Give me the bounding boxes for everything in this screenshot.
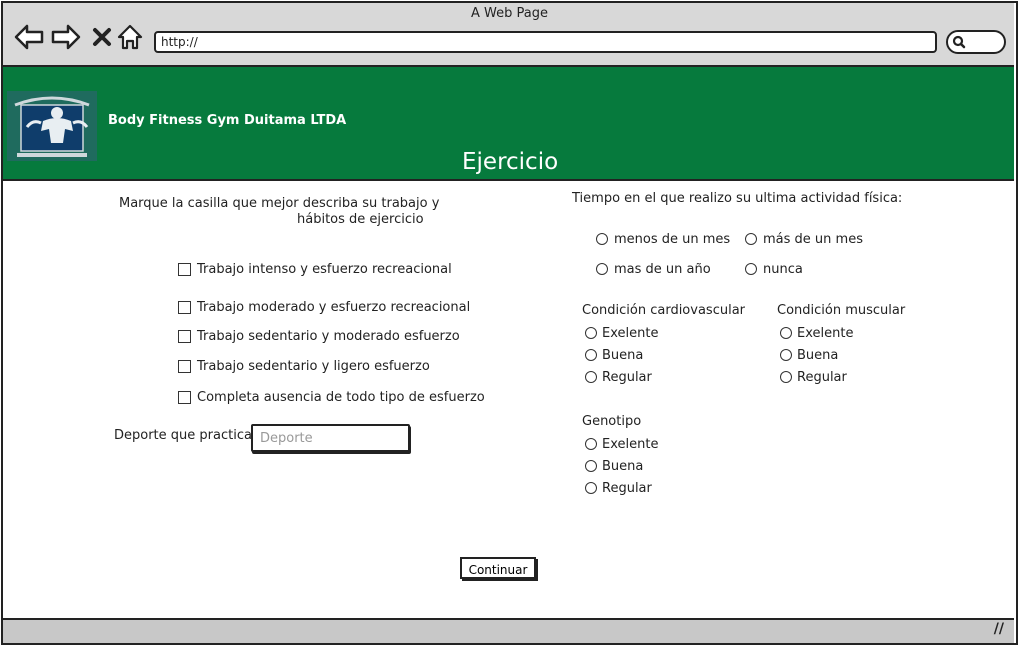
search-icon bbox=[952, 35, 966, 49]
address-bar[interactable]: http:// bbox=[154, 31, 937, 53]
checkbox-label: Completa ausencia de todo tipo de esfuer… bbox=[197, 390, 485, 405]
checkbox-label: Trabajo intenso y esfuerzo recreacional bbox=[197, 262, 452, 277]
instruction-line-2: hábitos de ejercicio bbox=[297, 212, 424, 227]
radio-button[interactable] bbox=[596, 233, 608, 245]
radio-label: Regular bbox=[602, 370, 652, 385]
radio-button[interactable] bbox=[585, 460, 597, 472]
window-title: A Web Page bbox=[471, 6, 548, 21]
genotype-label: Genotipo bbox=[582, 414, 642, 429]
radio-button[interactable] bbox=[585, 349, 597, 361]
radio-button[interactable] bbox=[596, 263, 608, 275]
checkbox[interactable] bbox=[178, 360, 191, 373]
continue-button[interactable]: Continuar bbox=[460, 557, 536, 579]
gym-logo bbox=[7, 91, 97, 161]
radio-button[interactable] bbox=[585, 371, 597, 383]
site-header: Body Fitness Gym Duitama LTDA Ejercicio bbox=[3, 67, 1014, 181]
checkbox-label: Trabajo moderado y esfuerzo recreacional bbox=[197, 300, 471, 315]
resize-grip-icon[interactable]: // bbox=[994, 621, 1004, 637]
radio-label: menos de un mes bbox=[614, 232, 731, 247]
radio-button[interactable] bbox=[585, 327, 597, 339]
radio-button[interactable] bbox=[780, 371, 792, 383]
radio-button[interactable] bbox=[780, 349, 792, 361]
browser-search-box[interactable] bbox=[946, 30, 1006, 54]
radio-label: Exelente bbox=[797, 326, 854, 341]
time-question: Tiempo en el que realizo su ultima activ… bbox=[572, 191, 903, 206]
radio-label: nunca bbox=[763, 262, 803, 277]
close-x-icon[interactable] bbox=[87, 22, 117, 52]
radio-button[interactable] bbox=[745, 263, 757, 275]
radio-label: Exelente bbox=[602, 437, 659, 452]
radio-label: Exelente bbox=[602, 326, 659, 341]
muscular-label: Condición muscular bbox=[777, 303, 906, 318]
radio-button[interactable] bbox=[585, 482, 597, 494]
checkbox-label: Trabajo sedentario y ligero esfuerzo bbox=[197, 359, 430, 374]
sport-input[interactable] bbox=[258, 426, 402, 450]
radio-label: más de un mes bbox=[763, 232, 863, 247]
radio-label: Regular bbox=[602, 481, 652, 496]
checkbox[interactable] bbox=[178, 263, 191, 276]
checkbox[interactable] bbox=[178, 330, 191, 343]
radio-label: Buena bbox=[602, 348, 644, 363]
cardio-label: Condición cardiovascular bbox=[582, 303, 746, 318]
home-icon[interactable] bbox=[115, 22, 145, 52]
sport-label: Deporte que practica: bbox=[114, 428, 257, 443]
status-bar: // bbox=[3, 618, 1014, 643]
back-arrow-icon[interactable] bbox=[14, 22, 44, 52]
radio-label: mas de un año bbox=[614, 262, 711, 277]
forward-arrow-icon[interactable] bbox=[51, 22, 81, 52]
radio-button[interactable] bbox=[745, 233, 757, 245]
sport-input-box[interactable] bbox=[251, 424, 410, 452]
radio-label: Buena bbox=[602, 459, 644, 474]
radio-label: Regular bbox=[797, 370, 847, 385]
page-title: Ejercicio bbox=[462, 149, 559, 175]
radio-label: Buena bbox=[797, 348, 839, 363]
checkbox-label: Trabajo sedentario y moderado esfuerzo bbox=[197, 329, 460, 344]
radio-button[interactable] bbox=[585, 438, 597, 450]
checkbox[interactable] bbox=[178, 391, 191, 404]
checkbox[interactable] bbox=[178, 301, 191, 314]
instruction-line-1: Marque la casilla que mejor describa su … bbox=[119, 196, 440, 211]
brand-name: Body Fitness Gym Duitama LTDA bbox=[108, 113, 347, 128]
radio-button[interactable] bbox=[780, 327, 792, 339]
